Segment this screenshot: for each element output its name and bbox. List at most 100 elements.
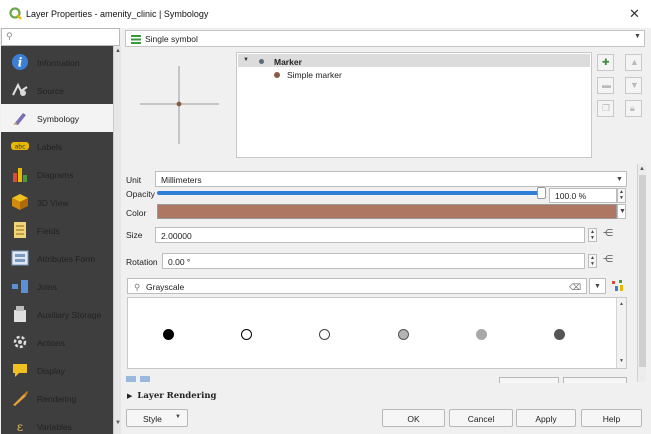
renderer-select[interactable]: Single symbol ▼: [125, 30, 645, 47]
ok-button[interactable]: OK: [382, 409, 445, 427]
cancel-button[interactable]: Cancel: [449, 409, 513, 427]
unit-select[interactable]: Millimeters ▼: [155, 171, 627, 187]
3d-view-icon: [12, 194, 28, 210]
chevron-down-icon: ▼: [619, 208, 626, 215]
sidebar-item-information[interactable]: i Information: [1, 48, 113, 76]
library-symbol-light-gray-circle[interactable]: [476, 329, 487, 340]
sidebar-item-source[interactable]: Source: [1, 76, 113, 104]
icon-view-button[interactable]: [126, 376, 136, 382]
size-stepper[interactable]: ▲ ▼: [588, 228, 597, 242]
scroll-down-icon[interactable]: ▼: [115, 420, 121, 426]
sidebar-item-auxiliary-storage[interactable]: Auxiliary Storage: [1, 300, 113, 328]
library-symbol-white-circle[interactable]: [241, 329, 252, 340]
arrow-up-icon: ▲: [630, 57, 639, 67]
style-manager-icon[interactable]: [611, 279, 624, 292]
library-symbol-white-circle-thin[interactable]: [319, 329, 330, 340]
color-label: Color: [126, 208, 147, 218]
sidebar-item-label: Attributes Form: [37, 254, 96, 264]
sidebar-item-label: Fields: [37, 226, 60, 236]
expand-arrow-icon[interactable]: ▶: [127, 391, 132, 400]
sidebar-item-fields[interactable]: Fields: [1, 216, 113, 244]
sidebar-item-diagrams[interactable]: Diagrams: [1, 160, 113, 188]
sidebar-item-variables[interactable]: ε Variables: [1, 412, 113, 434]
expand-arrow-icon[interactable]: ▼: [243, 57, 249, 63]
size-value: 2.00000: [161, 231, 192, 241]
save-symbol-button[interactable]: [499, 377, 559, 383]
style-button-label: Style: [143, 414, 162, 424]
symbol-layers-tree[interactable]: ▼ Marker Simple marker: [236, 52, 592, 158]
chevron-down-icon: ▼: [634, 33, 641, 40]
scroll-thumb[interactable]: [639, 175, 646, 367]
search-icon: ⚲: [6, 31, 13, 41]
rotation-stepper[interactable]: ▲ ▼: [588, 254, 597, 268]
opacity-slider-handle[interactable]: [537, 187, 546, 199]
simple-marker-icon: [274, 72, 280, 78]
group-select[interactable]: ▼: [589, 278, 606, 294]
apply-button[interactable]: Apply: [516, 409, 576, 427]
help-button-label: Help: [602, 414, 621, 424]
lock-layer-button[interactable]: 🔒︎: [625, 100, 642, 117]
size-input[interactable]: 2.00000: [155, 227, 585, 243]
labels-icon: abc: [11, 142, 29, 151]
sidebar-item-attributes-form[interactable]: Attributes Form: [1, 244, 113, 272]
data-defined-override-icon[interactable]: ⋲: [603, 254, 613, 265]
style-menu-button[interactable]: Style ▼: [126, 409, 188, 427]
sidebar-item-actions[interactable]: Actions: [1, 328, 113, 356]
sidebar: i Information Source Symbology abc Label…: [1, 46, 113, 434]
sidebar-search-input[interactable]: ⚲: [1, 28, 120, 46]
scroll-down-icon[interactable]: ▼: [619, 358, 624, 364]
move-up-button[interactable]: ▲: [625, 54, 642, 71]
rotation-input[interactable]: 0.00 °: [162, 253, 585, 269]
help-button[interactable]: Help: [581, 409, 642, 427]
layer-properties-dialog: Layer Properties - amenity_clinic | Symb…: [0, 0, 651, 434]
sidebar-item-labels[interactable]: abc Labels: [1, 132, 113, 160]
symbol-library-gallery[interactable]: ▲ ▼: [127, 297, 627, 369]
ok-button-label: OK: [407, 414, 420, 424]
sidebar-item-symbology[interactable]: Symbology: [1, 104, 113, 132]
tree-row-marker[interactable]: ▼ Marker: [238, 54, 590, 67]
library-symbol-dark-gray-circle[interactable]: [554, 329, 565, 340]
opacity-stepper[interactable]: ▲ ▼: [617, 188, 626, 203]
gallery-scrollbar[interactable]: ▲ ▼: [616, 298, 626, 368]
sidebar-item-display[interactable]: Display: [1, 356, 113, 384]
advanced-button[interactable]: [563, 377, 627, 383]
rendering-icon: [13, 391, 28, 406]
symbol-library-search-value: Grayscale: [146, 282, 185, 292]
settings-scrollbar[interactable]: ▲: [637, 164, 646, 382]
source-icon: [12, 82, 28, 96]
library-symbol-gray-circle-outlined[interactable]: [398, 329, 409, 340]
list-view-button[interactable]: [140, 376, 150, 382]
scroll-up-icon[interactable]: ▲: [115, 48, 121, 54]
title-bar: Layer Properties - amenity_clinic | Symb…: [0, 0, 651, 28]
library-actions-row: [121, 373, 637, 383]
sidebar-item-label: Display: [37, 366, 65, 376]
opacity-value: 100.0 %: [555, 191, 587, 201]
sidebar-item-joins[interactable]: Joins: [1, 272, 113, 300]
sidebar-item-rendering[interactable]: Rendering: [1, 384, 113, 412]
color-button[interactable]: [157, 204, 617, 219]
scroll-up-icon[interactable]: ▲: [639, 166, 645, 172]
symbol-library-search-input[interactable]: ⚲ Grayscale ⌫: [127, 278, 587, 294]
duplicate-layer-button[interactable]: ❐: [597, 100, 614, 117]
sidebar-item-3d-view[interactable]: 3D View: [1, 188, 113, 216]
opacity-spinbox[interactable]: 100.0 %: [549, 188, 617, 203]
variables-icon: ε: [17, 420, 23, 434]
tree-child-label[interactable]: Simple marker: [287, 70, 342, 80]
move-down-button[interactable]: ▼: [625, 77, 642, 94]
unit-value: Millimeters: [161, 175, 202, 185]
sidebar-scrollbar[interactable]: ▲ ▼: [113, 46, 121, 434]
scroll-up-icon[interactable]: ▲: [619, 301, 624, 307]
opacity-label: Opacity: [126, 189, 155, 199]
sidebar-item-label: Rendering: [37, 394, 77, 404]
apply-button-label: Apply: [535, 414, 557, 424]
add-layer-button[interactable]: ✚: [597, 54, 614, 71]
layer-rendering-group[interactable]: ▶ Layer Rendering: [127, 391, 217, 401]
library-symbol-black-filled-circle[interactable]: [163, 329, 174, 340]
opacity-slider-track[interactable]: [157, 191, 543, 195]
clear-icon[interactable]: ⌫: [569, 282, 581, 293]
color-menu-button[interactable]: ▼: [617, 204, 626, 219]
sidebar-item-label: Diagrams: [37, 170, 74, 180]
close-icon[interactable]: ✕: [629, 6, 640, 22]
remove-layer-button[interactable]: ▬: [597, 77, 614, 94]
data-defined-override-icon[interactable]: ⋲: [603, 228, 613, 239]
